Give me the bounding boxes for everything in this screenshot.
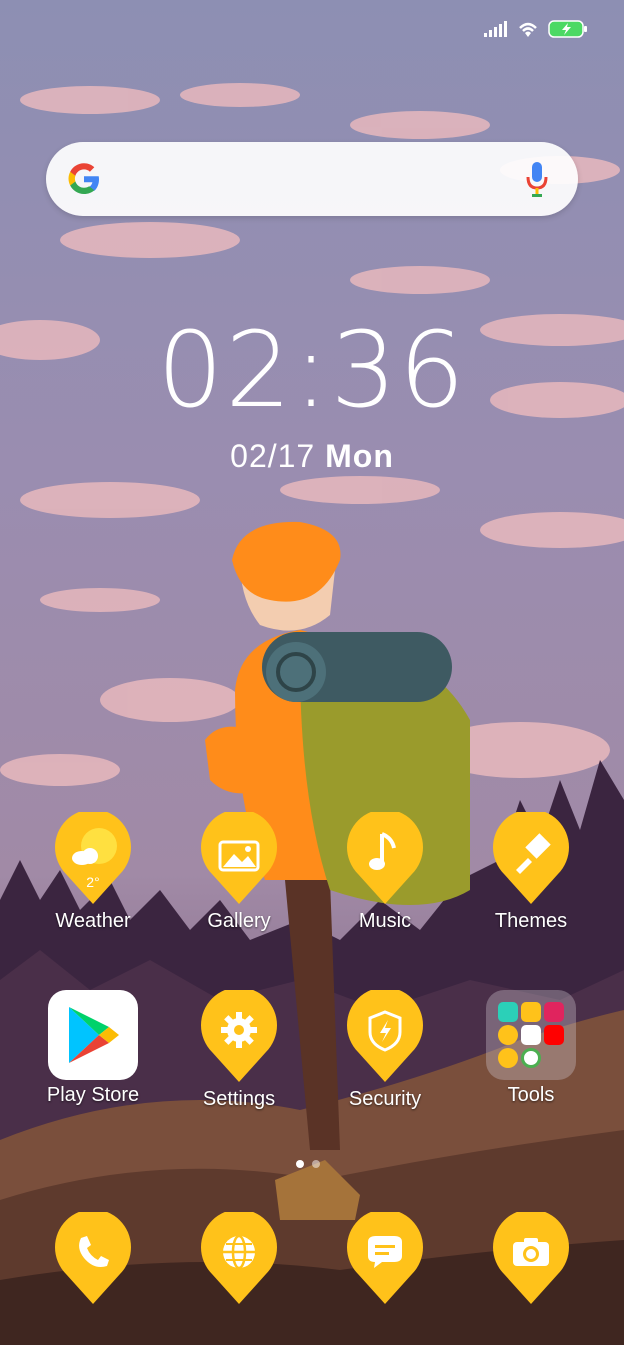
phone-icon bbox=[55, 1212, 131, 1304]
play-store-icon bbox=[48, 990, 138, 1080]
weather-icon bbox=[55, 812, 131, 904]
app-label: Music bbox=[358, 910, 412, 932]
date-text: 02/17 bbox=[230, 438, 316, 474]
youtube-mini-icon bbox=[544, 1025, 564, 1045]
scanner-mini-icon bbox=[498, 1002, 518, 1022]
app-label: Weather bbox=[55, 910, 131, 932]
weekday-text: Mon bbox=[325, 438, 394, 474]
app-themes[interactable]: Themes bbox=[458, 812, 604, 933]
page-dot-active bbox=[296, 1160, 304, 1168]
dock-phone[interactable] bbox=[20, 1212, 166, 1306]
wifi-icon bbox=[519, 22, 537, 37]
app-security[interactable]: Security bbox=[312, 990, 458, 1111]
player-mini-icon bbox=[521, 1002, 541, 1022]
clock-time[interactable]: 02:36 bbox=[0, 315, 624, 425]
app-label: Gallery bbox=[207, 910, 271, 932]
camera-icon bbox=[493, 1212, 569, 1304]
app-label: Security bbox=[348, 1088, 422, 1110]
dock-browser[interactable] bbox=[166, 1212, 312, 1306]
music-note-icon bbox=[347, 812, 423, 904]
microphone-icon[interactable] bbox=[526, 160, 548, 198]
globe-icon bbox=[201, 1212, 277, 1304]
shield-bolt-icon bbox=[347, 990, 423, 1082]
video-mini-icon bbox=[544, 1002, 564, 1022]
gmail-mini-icon bbox=[521, 1025, 541, 1045]
app-music[interactable]: Music bbox=[312, 812, 458, 933]
chrome-mini-icon bbox=[521, 1048, 541, 1068]
recorder-mini-icon bbox=[498, 1025, 518, 1045]
app-label: Play Store bbox=[46, 1084, 140, 1106]
clock-date[interactable]: 02/17 Mon bbox=[0, 438, 624, 475]
chat-icon bbox=[347, 1212, 423, 1304]
app-tools-folder[interactable]: Tools bbox=[458, 990, 604, 1107]
google-logo-icon bbox=[68, 163, 99, 194]
status-bar bbox=[0, 0, 624, 42]
app-label: Settings bbox=[202, 1088, 276, 1110]
gallery-icon bbox=[201, 812, 277, 904]
folder-icon bbox=[486, 990, 576, 1080]
dock-camera[interactable] bbox=[458, 1212, 604, 1306]
google-search-bar[interactable] bbox=[46, 142, 578, 216]
app-settings[interactable]: Settings bbox=[166, 990, 312, 1111]
page-dot bbox=[312, 1160, 320, 1168]
weather-temp: 2° bbox=[86, 874, 100, 890]
signal-icon bbox=[484, 21, 507, 37]
app-weather[interactable]: 2° Weather bbox=[20, 812, 166, 933]
app-gallery[interactable]: Gallery bbox=[166, 812, 312, 933]
notes-mini-icon bbox=[498, 1048, 518, 1068]
app-label: Tools bbox=[507, 1084, 555, 1106]
app-play-store[interactable]: Play Store bbox=[20, 990, 166, 1107]
app-label: Themes bbox=[494, 910, 568, 932]
paintbrush-icon bbox=[493, 812, 569, 904]
battery-charging-icon bbox=[548, 20, 587, 38]
gear-icon bbox=[201, 990, 277, 1082]
dock-messages[interactable] bbox=[312, 1212, 458, 1306]
page-indicator bbox=[296, 1160, 320, 1168]
